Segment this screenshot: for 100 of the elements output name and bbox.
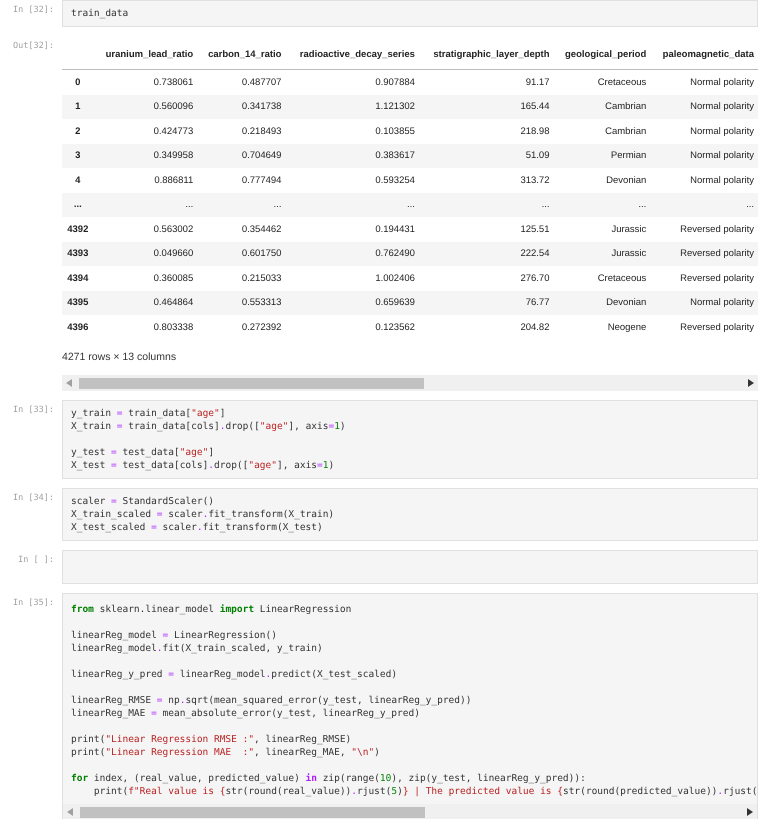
table-cell: Cambrian <box>554 119 650 144</box>
row-index: 4395 <box>62 290 94 315</box>
table-cell: Cambrian <box>554 94 650 119</box>
table-cell: 1.002406 <box>285 266 419 290</box>
code-line: from sklearn.linear_model import LinearRegression <box>71 602 352 616</box>
code-line: X_train = train_data[cols].drop(["age"], axis=1) <box>71 420 346 432</box>
table-cell: Normal polarity <box>650 144 758 168</box>
row-index: 4394 <box>62 266 94 290</box>
table-cell: 0.341738 <box>197 94 286 119</box>
row-index: 3 <box>62 144 94 168</box>
table-cell: 0.383617 <box>285 144 419 168</box>
table-cell: 51.09 <box>418 144 554 168</box>
code-line: X_test = test_data[cols].drop(["age"], axis=1) <box>71 458 334 472</box>
row-index: 4393 <box>62 242 94 266</box>
table-cell: 0.659639 <box>285 290 419 315</box>
row-index: 4396 <box>62 315 94 340</box>
table-cell: 0.593254 <box>285 168 419 192</box>
table-cell: 125.51 <box>418 217 554 242</box>
table-cell: 276.70 <box>418 266 554 290</box>
table-cell: Cretaceous <box>554 70 650 94</box>
table-cell: Neogene <box>554 315 650 340</box>
table-cell: 222.54 <box>418 242 554 266</box>
row-index: 1 <box>62 94 94 119</box>
table-cell: 0.762490 <box>285 242 419 266</box>
code-line: linearReg_model.fit(X_train_scaled, y_train) <box>71 642 323 654</box>
code-line: print(f"Real value is {str(round(real_value)).rjust(5)} | The predicted value is {str(round(predicted_value)).rjust( <box>92 784 757 798</box>
table-cell: 0.354462 <box>197 217 286 242</box>
table-cell: 0.049660 <box>94 242 198 266</box>
cell-prompt: In [34]: <box>12 492 55 502</box>
table-cell: ... <box>285 192 419 217</box>
table-cell: 0.194431 <box>285 217 419 242</box>
table-cell: 0.487707 <box>197 70 286 94</box>
table-cell: 0.424773 <box>94 119 198 144</box>
code-line: for index, (real_value, predicted_value) in zip(range(10), zip(y_test, linearReg_y_pred)): <box>71 772 586 784</box>
code-cell[interactable]: train_data <box>62 0 758 27</box>
row-index: 0 <box>62 70 94 94</box>
right-arrow-icon[interactable] <box>748 378 754 386</box>
table-cell: 0.803338 <box>94 315 198 340</box>
table-cell: 165.44 <box>418 94 554 119</box>
row-index: 2 <box>62 119 94 144</box>
table-summary: 4271 rows × 13 columns <box>62 350 176 362</box>
table-cell: Jurassic <box>554 217 650 242</box>
code-line: linearReg_model = LinearRegression() <box>71 628 277 642</box>
table-cell: 0.349958 <box>94 144 198 168</box>
table-cell: 1.121302 <box>285 94 419 119</box>
table-cell: 0.123562 <box>285 315 419 340</box>
table-cell: Reversed polarity <box>650 266 758 290</box>
cell-prompt: In [35]: <box>12 596 55 608</box>
table-cell: 0.553313 <box>197 290 286 315</box>
table-cell: Devonian <box>554 290 650 315</box>
horizontal-scrollbar[interactable] <box>62 374 758 390</box>
cell-prompt: In [ ]: <box>17 554 55 564</box>
table-cell: ... <box>650 192 758 217</box>
right-arrow-icon[interactable] <box>747 808 753 816</box>
table-cell: Reversed polarity <box>650 315 758 340</box>
table-cell: 0.738061 <box>94 70 198 94</box>
left-arrow-icon[interactable] <box>67 808 73 816</box>
code-cell[interactable] <box>62 592 758 819</box>
code-line: X_train_scaled = scaler.fit_transform(X_train) <box>71 508 334 520</box>
code-line: linearReg_y_pred = linearReg_model.predict(X_test_scaled) <box>71 668 398 680</box>
cell-prompt: In [32]: <box>12 4 55 15</box>
code-cell[interactable]: y_train = train_data["age"] X_train = train_data[cols].drop(["age"], axis=1) y_test = test_data["age"] X_test = test_data[cols].drop(["age"], axis=1) <box>62 400 758 478</box>
code-line: linearReg_RMSE = np.sqrt(mean_squared_error(y_test, linearReg_y_pred)) <box>71 694 472 706</box>
left-arrow-icon[interactable] <box>66 378 72 386</box>
table-cell: 0.704649 <box>197 144 286 168</box>
code-cell[interactable]: scaler = StandardScaler() X_train_scaled = scaler.fit_transform(X_train) X_test_scaled = scaler.fit_transform(X_test) <box>62 488 758 540</box>
code-line: linearReg_MAE = mean_absolute_error(y_test, linearReg_y_pred) <box>71 706 420 720</box>
row-index: ... <box>62 192 94 217</box>
table-cell: Normal polarity <box>650 70 758 94</box>
code-line: X_test_scaled = scaler.fit_transform(X_test) <box>71 520 323 534</box>
table-cell: Reversed polarity <box>650 242 758 266</box>
table-cell: ... <box>94 192 198 217</box>
table-cell: 0.464864 <box>94 290 198 315</box>
table-cell: Reversed polarity <box>650 217 758 242</box>
table-cell: 0.360085 <box>94 266 198 290</box>
table-cell: Devonian <box>554 168 650 192</box>
cell-prompt: Out[32]: <box>12 40 55 51</box>
table-cell: ... <box>197 192 286 217</box>
code-cell[interactable] <box>62 550 758 584</box>
table-cell: Cretaceous <box>554 266 650 290</box>
table-cell: 218.98 <box>418 119 554 144</box>
table-cell: 313.72 <box>418 168 554 192</box>
table-cell: 0.601750 <box>197 242 286 266</box>
table-cell: 204.82 <box>418 315 554 340</box>
table-cell: 0.886811 <box>94 168 198 192</box>
code-line: y_test = test_data["age"] <box>71 446 214 458</box>
code-line: print("Linear Regression RMSE :", linearReg_RMSE) <box>71 732 352 746</box>
table-cell: 0.215033 <box>197 266 286 290</box>
table-cell: Normal polarity <box>650 119 758 144</box>
table-cell: ... <box>554 192 650 217</box>
table-cell: 91.17 <box>418 70 554 94</box>
horizontal-scrollbar[interactable] <box>63 804 757 819</box>
table-cell: 0.907884 <box>285 70 419 94</box>
table-cell: 0.777494 <box>197 168 286 192</box>
table-cell: ... <box>418 192 554 217</box>
scrollbar-thumb[interactable] <box>80 806 425 818</box>
table-cell: 76.77 <box>418 290 554 315</box>
table-cell: Permian <box>554 144 650 168</box>
code-line: scaler = StandardScaler() <box>71 494 214 508</box>
scrollbar-thumb[interactable] <box>79 378 424 388</box>
